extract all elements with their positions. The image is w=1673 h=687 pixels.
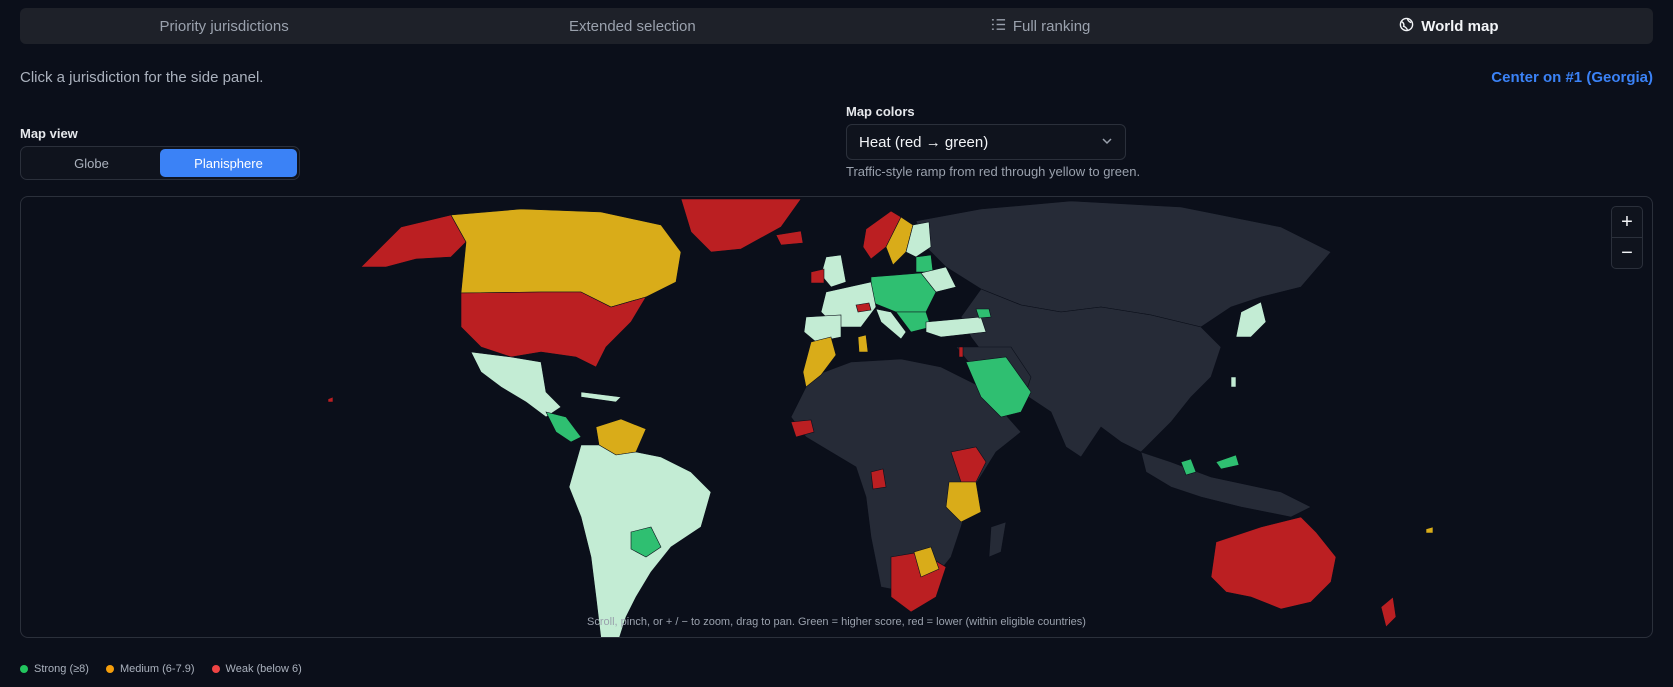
map-instructions: Scroll, pinch, or + / − to zoom, drag to… xyxy=(587,616,1086,628)
map-hint: Click a jurisdiction for the side panel. xyxy=(20,69,264,86)
legend-label: Strong (≥8) xyxy=(34,663,89,675)
country-madagascar xyxy=(988,521,1007,558)
world-map-svg[interactable] xyxy=(21,197,1653,638)
country-israel xyxy=(958,346,964,358)
tab-label: Extended selection xyxy=(568,17,696,35)
zoom-controls: + − xyxy=(1611,206,1643,269)
tab-extended-selection[interactable]: Extended selection xyxy=(428,8,836,44)
country-ghana xyxy=(870,468,887,490)
map-colors-description: Traffic-style ramp from red through yell… xyxy=(846,164,1141,179)
globe-option[interactable]: Globe xyxy=(23,149,160,177)
chevron-down-icon xyxy=(1101,134,1113,151)
center-on-top-link[interactable]: Center on #1 (Georgia) xyxy=(1491,69,1653,86)
strong-dot-icon xyxy=(20,665,28,673)
legend-item-medium: Medium (6-7.9) xyxy=(105,663,195,675)
legend-label: Medium (6-7.9) xyxy=(119,663,195,675)
tab-label: Priority jurisdictions xyxy=(159,17,289,35)
country-tunisia xyxy=(857,334,869,353)
country-alaska xyxy=(360,214,467,268)
country-caribbean xyxy=(580,391,622,403)
country-central-america xyxy=(545,411,582,443)
legend-item-weak: Weak (below 6) xyxy=(211,663,302,675)
tab-full-ranking[interactable]: Full ranking xyxy=(837,8,1245,44)
map-view-label: Map view xyxy=(20,126,78,141)
weak-dot-icon xyxy=(211,665,220,673)
legend-label: Weak (below 6) xyxy=(225,663,302,675)
country-taiwan xyxy=(1230,376,1237,388)
world-map[interactable]: + − Scroll, pinch, or + / − to zoom, dra… xyxy=(20,196,1653,638)
tab-label: World map xyxy=(1421,17,1499,35)
planisphere-option[interactable]: Planisphere xyxy=(160,149,297,177)
tab-label: Full ranking xyxy=(1012,17,1091,35)
map-colors-select[interactable]: Heat (red → green) xyxy=(846,124,1126,160)
country-georgia xyxy=(975,308,992,319)
view-tabs: Priority jurisdictions Extended selectio… xyxy=(20,8,1653,44)
map-colors-label: Map colors xyxy=(846,104,915,119)
map-view-toggle: Globe Planisphere xyxy=(20,146,300,180)
country-japan xyxy=(1235,301,1267,338)
medium-dot-icon xyxy=(105,665,114,673)
country-ireland xyxy=(810,268,825,284)
zoom-in-button[interactable]: + xyxy=(1612,207,1642,237)
country-australia xyxy=(1210,516,1337,610)
globe-icon xyxy=(1399,17,1414,36)
zoom-out-button[interactable]: − xyxy=(1612,237,1642,268)
tab-priority-jurisdictions[interactable]: Priority jurisdictions xyxy=(20,8,428,44)
country-iberia xyxy=(803,314,842,343)
country-mexico xyxy=(470,351,562,418)
map-legend: Strong (≥8) Medium (6-7.9) Weak (below 6… xyxy=(20,663,302,675)
country-malaysia-borneo xyxy=(1215,454,1240,470)
country-baltics xyxy=(915,254,934,273)
tab-world-map[interactable]: World map xyxy=(1245,8,1653,44)
list-icon xyxy=(991,17,1006,36)
country-iceland xyxy=(775,230,804,246)
map-colors-value: Heat (red → green) xyxy=(859,133,989,151)
country-uk xyxy=(820,254,847,288)
legend-item-strong: Strong (≥8) xyxy=(20,663,89,675)
country-pacific-island xyxy=(1425,526,1434,534)
country-hawaii xyxy=(327,396,334,403)
